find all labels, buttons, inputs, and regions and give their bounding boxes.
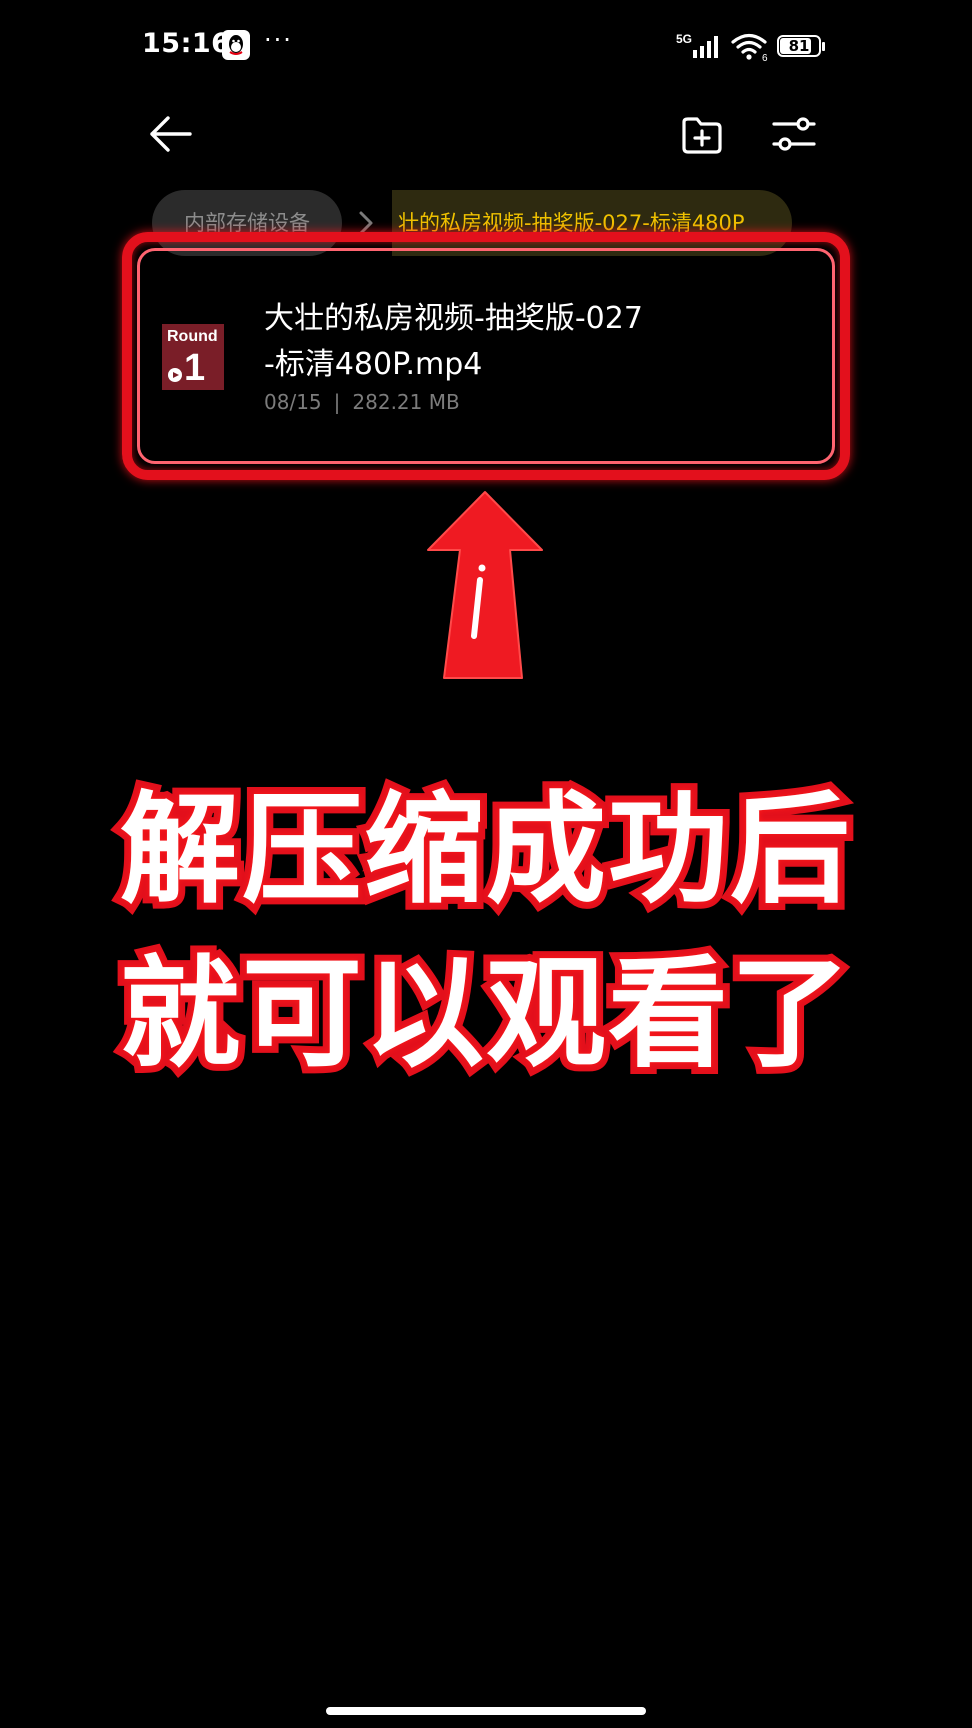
folder-plus-icon — [682, 117, 722, 154]
file-date: 08/15 — [264, 390, 322, 414]
back-button[interactable] — [146, 106, 206, 162]
meta-separator: | — [333, 390, 341, 414]
new-folder-button[interactable] — [676, 108, 728, 160]
sliders-icon — [772, 117, 816, 151]
battery-cap — [822, 42, 825, 51]
status-bar: 15:16 ··· 5G 6 81 — [0, 0, 972, 96]
filter-button[interactable] — [768, 108, 820, 160]
signal-icon: 5G — [676, 32, 722, 60]
network-type-label: 5G — [676, 32, 692, 46]
wifi-icon: 6 — [730, 32, 770, 64]
file-name: 大壮的私房视频-抽奖版-027-标清480P.mp4 — [264, 301, 643, 382]
red-up-arrow-icon — [427, 491, 543, 679]
wifi-sub-label: 6 — [762, 53, 768, 62]
video-thumbnail: Round 1 — [162, 324, 224, 390]
qq-app-icon — [222, 30, 250, 60]
arrow-left-icon — [150, 116, 192, 152]
file-size: 282.21 MB — [352, 390, 460, 414]
thumbnail-title: Round — [167, 328, 218, 345]
status-time: 15:16 — [142, 28, 231, 59]
play-triangle — [173, 372, 179, 378]
battery-level: 81 — [788, 37, 810, 55]
battery-icon: 81 — [777, 35, 825, 59]
navigation-handle[interactable] — [326, 1707, 646, 1715]
file-list-item[interactable]: Round 1 大壮的私房视频-抽奖版-027-标清480P.mp4 08/15… — [144, 254, 828, 458]
file-meta: 08/15 | 282.21 MB — [264, 390, 460, 414]
thumbnail-number: 1 — [184, 347, 206, 389]
more-status-indicator: ··· — [264, 26, 293, 54]
caption-line-2: 就可以观看了 — [113, 943, 857, 1087]
caption-line-1: 解压缩成功后 — [113, 779, 857, 923]
